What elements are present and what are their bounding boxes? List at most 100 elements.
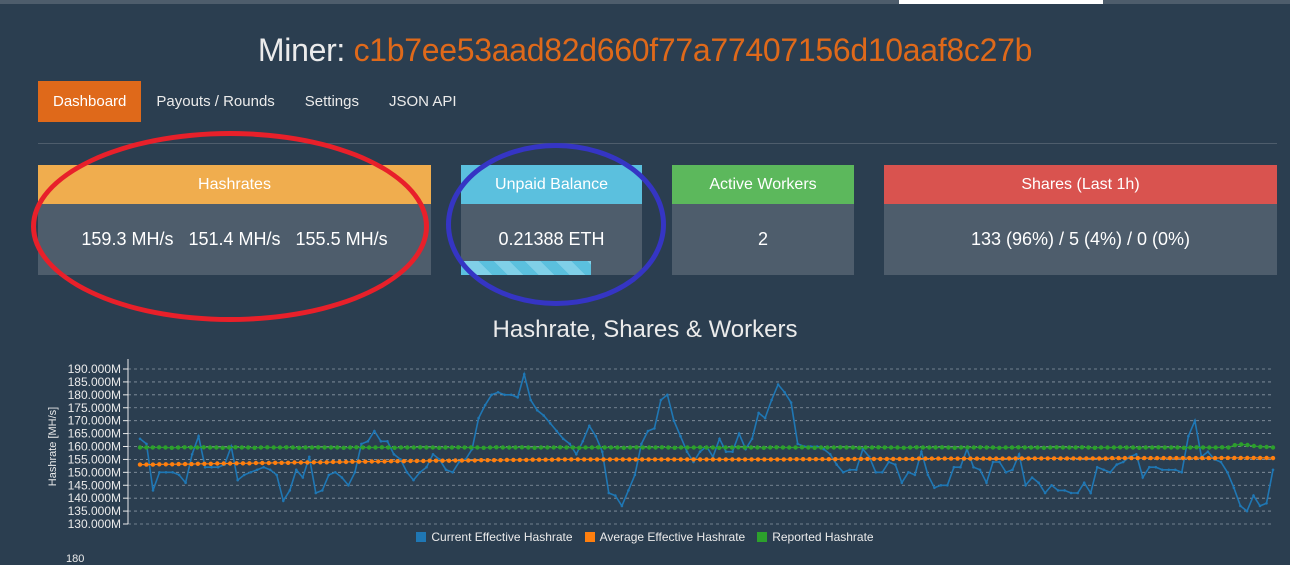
data-point [288,489,292,492]
data-point [965,445,970,450]
data-point [627,489,630,492]
data-point [340,476,344,479]
data-point [900,481,904,484]
data-point [730,457,735,462]
data-point [936,456,941,461]
data-point [1213,445,1218,450]
data-point [794,457,799,462]
hashrates-panel: Hashrates 159.3 MH/s 151.4 MH/s 155.5 MH… [38,165,431,275]
data-point [1095,465,1099,469]
data-point [321,489,324,492]
data-point [882,445,887,450]
data-point [557,445,563,450]
data-point [487,445,493,450]
data-point [373,445,378,450]
shares-title: Shares (Last 1h) [884,165,1277,204]
data-point [498,458,503,463]
data-point [366,440,370,443]
data-point [1169,445,1174,450]
data-point [737,432,741,435]
legend-swatch [584,532,595,542]
unpaid-balance-panel: Unpaid Balance 0.21388 ETH [461,165,642,275]
data-point [1092,445,1098,450]
data-point [1090,456,1096,461]
data-point [1200,455,1205,461]
data-point [150,462,156,467]
data-point [433,458,439,463]
tab-json-api[interactable]: JSON API [374,81,472,122]
data-point [353,471,357,474]
data-point [156,445,162,450]
data-point [382,459,387,464]
data-point [1258,444,1263,449]
active-top-tab[interactable] [899,0,1103,4]
data-point [376,459,381,464]
data-point [316,445,321,450]
data-point [1039,456,1044,461]
data-point [328,445,334,450]
data-point [799,445,805,450]
data-point [1219,460,1223,464]
data-point [742,445,747,450]
data-point [653,427,656,430]
data-point [742,457,748,462]
data-point [1041,445,1047,450]
data-point [848,468,852,472]
data-point [354,445,359,450]
legend-item[interactable]: Reported Hashrate [757,530,874,544]
data-point [327,473,331,477]
data-point [1264,444,1269,450]
y-tick-label: 150.000M [68,465,121,479]
data-point [246,445,251,450]
data-point [516,396,519,399]
data-point [494,445,499,450]
data-point [981,456,986,461]
legend-item[interactable]: Average Effective Hashrate [584,530,745,544]
data-point [781,457,786,462]
data-point [177,473,181,477]
data-point [542,414,545,417]
nav-tabs: Dashboard Payouts / Rounds Settings JSON… [38,81,472,122]
data-point [247,461,252,466]
data-point [913,473,917,477]
data-point [704,457,709,462]
data-point [939,445,945,450]
data-point [1180,455,1186,461]
data-point [279,460,284,465]
data-point [750,437,754,441]
data-point [451,471,454,474]
data-point [262,465,265,469]
tab-payouts-rounds[interactable]: Payouts / Rounds [141,81,289,122]
data-point [1019,456,1025,461]
tab-dashboard[interactable]: Dashboard [38,81,142,122]
data-point [1037,481,1040,484]
data-point [959,465,962,469]
tab-settings[interactable]: Settings [290,81,374,122]
data-point [914,445,919,450]
data-point [659,445,665,450]
data-point [421,458,426,464]
data-point [398,445,404,450]
data-point [857,445,862,450]
data-point [369,459,374,464]
data-point [869,445,875,450]
data-point [1011,468,1014,472]
data-point [697,457,703,462]
data-point [322,445,327,450]
data-point [652,457,658,462]
data-point [775,457,780,462]
data-point [551,445,556,450]
legend-item[interactable]: Current Effective Hashrate [416,530,573,544]
data-point [490,393,493,397]
data-point [844,445,849,450]
data-point [1174,468,1177,472]
data-point [755,457,761,462]
data-point [265,445,270,450]
data-point [157,462,162,467]
data-point [479,458,484,463]
data-point [621,445,626,450]
data-point [1239,442,1244,447]
data-point [607,457,613,462]
data-point [1017,453,1021,456]
data-point [1097,456,1102,461]
